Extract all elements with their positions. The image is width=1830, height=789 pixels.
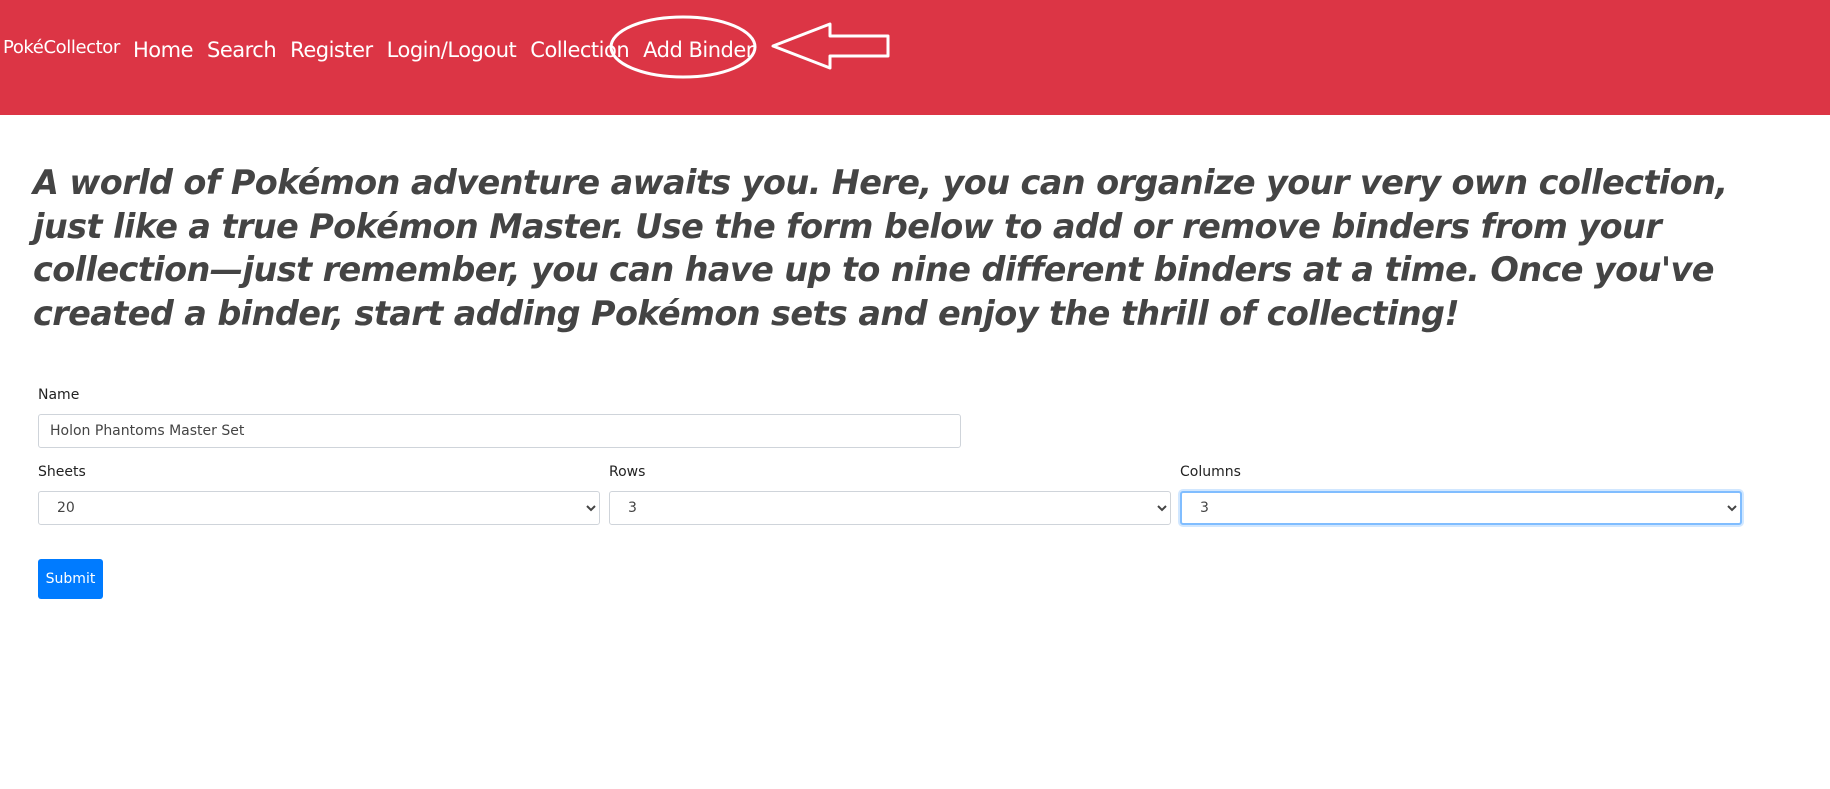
- nav-link-register[interactable]: Register: [290, 38, 373, 62]
- navbar: PokéCollector Home Search Register Login…: [0, 0, 1830, 115]
- sheets-label: Sheets: [38, 464, 86, 480]
- sheets-select[interactable]: 20: [38, 491, 600, 525]
- arrow-left-icon: [771, 22, 890, 70]
- columns-select[interactable]: 3: [1180, 491, 1742, 525]
- brand-logo[interactable]: PokéCollector: [3, 37, 120, 58]
- sheets-group: Sheets 20: [38, 462, 600, 525]
- submit-button[interactable]: Submit: [38, 559, 103, 599]
- intro-heading: A world of Pokémon adventure awaits you.…: [33, 163, 1728, 333]
- rows-group: Rows 3: [609, 462, 1171, 525]
- nav-link-home[interactable]: Home: [133, 38, 194, 62]
- columns-label: Columns: [1180, 464, 1241, 480]
- name-label: Name: [38, 387, 80, 403]
- binder-dimensions-row: Sheets 20 Rows 3 Columns 3: [38, 462, 1743, 532]
- nav-link-search[interactable]: Search: [207, 38, 277, 62]
- name-input[interactable]: [38, 414, 961, 448]
- columns-group: Columns 3: [1180, 462, 1742, 525]
- rows-label: Rows: [609, 464, 646, 480]
- nav-link-add-binder[interactable]: Add Binder: [643, 38, 754, 62]
- nav-links: Home Search Register Login/Logout Collec…: [133, 34, 768, 66]
- rows-select[interactable]: 3: [609, 491, 1171, 525]
- nav-link-collection[interactable]: Collection: [530, 38, 629, 62]
- nav-link-login-logout[interactable]: Login/Logout: [387, 38, 517, 62]
- add-binder-form: Name Sheets 20 Rows 3 Columns 3 Submit: [38, 385, 1743, 599]
